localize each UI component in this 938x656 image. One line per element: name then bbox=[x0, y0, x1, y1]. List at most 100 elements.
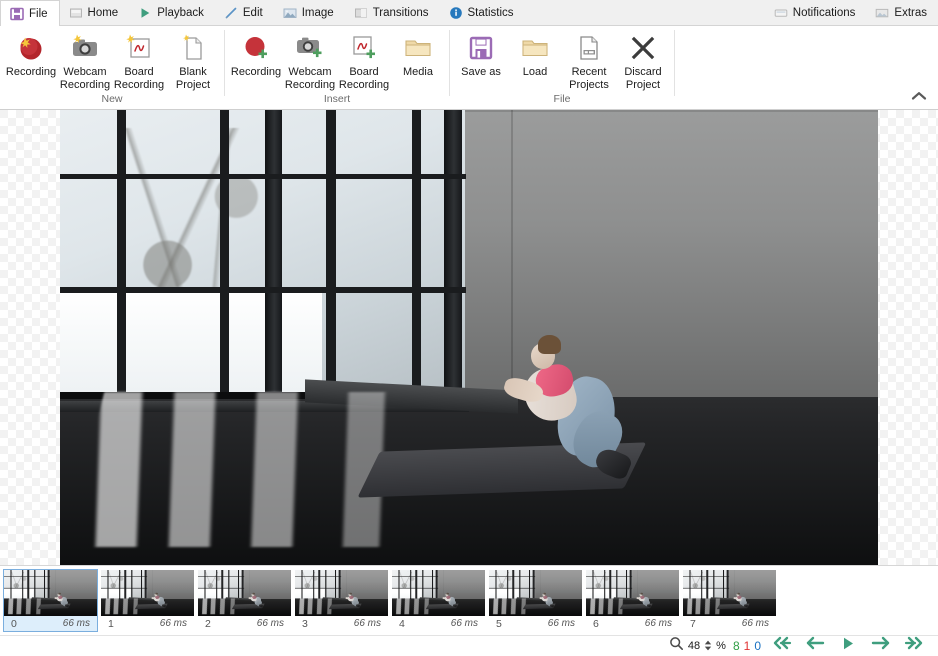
ribbon-button-new-webcam-recording[interactable]: Webcam Recording bbox=[58, 26, 112, 92]
tab-edit-label: Edit bbox=[242, 7, 263, 19]
filmstrip-frame-meta: 7 66 ms bbox=[683, 616, 776, 631]
tab-edit[interactable]: Edit bbox=[215, 0, 274, 26]
video-preview[interactable] bbox=[60, 110, 878, 565]
tab-playback[interactable]: Playback bbox=[129, 0, 215, 26]
skip-back-icon bbox=[772, 636, 792, 655]
chevron-up-icon[interactable] bbox=[906, 86, 932, 106]
next-frame-button[interactable] bbox=[864, 636, 897, 655]
filmstrip-frame-thumbnail bbox=[586, 570, 679, 616]
filmstrip-frame-thumbnail bbox=[4, 570, 97, 616]
filmstrip-frame-meta: 2 66 ms bbox=[198, 616, 291, 631]
play-triangle-icon bbox=[840, 636, 856, 656]
tab-file[interactable]: File bbox=[0, 0, 60, 27]
filmstrip-frame[interactable]: 2 66 ms bbox=[197, 569, 292, 632]
pencil-icon bbox=[224, 6, 238, 20]
magnifier-icon bbox=[669, 636, 684, 656]
zoom-control[interactable]: 48 % bbox=[669, 636, 733, 656]
filmstrip-frame-meta: 6 66 ms bbox=[586, 616, 679, 631]
previous-frame-button[interactable] bbox=[798, 636, 831, 655]
ribbon-button-label: Webcam Recording bbox=[284, 66, 336, 91]
ribbon-button-label: Save as bbox=[461, 66, 501, 78]
ribbon-group-separator bbox=[674, 30, 675, 96]
ribbon-group-title-file: File bbox=[553, 93, 571, 105]
tab-home[interactable]: Home bbox=[60, 0, 130, 26]
filmstrip[interactable]: 0 66 ms 1 66 ms 2 66 ms 3 66 ms 4 66 ms … bbox=[0, 565, 938, 635]
record-dot-plus-icon bbox=[241, 31, 271, 65]
tab-home-label: Home bbox=[87, 7, 119, 19]
skip-forward-icon bbox=[904, 636, 924, 655]
filmstrip-frame[interactable]: 6 66 ms bbox=[585, 569, 680, 632]
count-green: 8 bbox=[732, 638, 740, 653]
ribbon-button-recent-projects[interactable]: Recent Projects bbox=[562, 26, 616, 92]
ribbon-button-new-blank-project[interactable]: Blank Project bbox=[166, 26, 220, 92]
ribbon-group-title-new: New bbox=[101, 93, 123, 105]
ribbon-group-title-insert: Insert bbox=[323, 93, 351, 105]
canvas-area[interactable] bbox=[0, 110, 938, 565]
recent-doc-icon bbox=[574, 31, 604, 65]
ribbon-button-discard-project[interactable]: Discard Project bbox=[616, 26, 670, 92]
ribbon-button-label: Recent Projects bbox=[569, 66, 609, 91]
filmstrip-frame[interactable]: 5 66 ms bbox=[488, 569, 583, 632]
filmstrip-frame-meta: 1 66 ms bbox=[101, 616, 194, 631]
webcam-icon bbox=[69, 31, 101, 65]
arrow-left-icon bbox=[804, 636, 826, 655]
ribbon-button-new-recording[interactable]: Recording bbox=[4, 26, 58, 88]
ribbon-button-insert-recording[interactable]: Recording bbox=[229, 26, 283, 88]
ribbon-button-label: Load bbox=[522, 66, 548, 78]
folder-icon bbox=[519, 31, 551, 65]
save-icon bbox=[10, 7, 24, 21]
ribbon-group-new: Recording Webcam Recording Board Recordi… bbox=[0, 26, 224, 110]
tab-statistics[interactable]: Statistics bbox=[440, 0, 525, 26]
info-icon bbox=[449, 6, 463, 20]
tab-transitions[interactable]: Transitions bbox=[345, 0, 440, 26]
play-button[interactable] bbox=[831, 637, 864, 655]
arrow-right-icon bbox=[870, 636, 892, 655]
count-red: 1 bbox=[743, 638, 751, 653]
ribbon-button-label: Webcam Recording bbox=[59, 66, 111, 91]
tab-extras[interactable]: Extras bbox=[866, 0, 938, 26]
filmstrip-frame-index: 6 bbox=[593, 617, 599, 630]
filmstrip-frame-duration: 66 ms bbox=[353, 618, 381, 629]
filmstrip-frame[interactable]: 0 66 ms bbox=[3, 569, 98, 632]
ribbon-button-save-as[interactable]: Save as bbox=[454, 26, 508, 88]
filmstrip-frame-duration: 66 ms bbox=[62, 618, 90, 629]
first-frame-button[interactable] bbox=[765, 636, 798, 655]
filmstrip-frame-duration: 66 ms bbox=[450, 618, 478, 629]
ribbon-button-label: Board Recording bbox=[113, 66, 165, 91]
ribbon-button-insert-board-recording[interactable]: Board Recording bbox=[337, 26, 391, 92]
filmstrip-frame[interactable]: 4 66 ms bbox=[391, 569, 486, 632]
filmstrip-frame-index: 3 bbox=[302, 617, 308, 630]
filmstrip-frame-thumbnail bbox=[295, 570, 388, 616]
zoom-stepper[interactable] bbox=[704, 640, 712, 651]
tab-image[interactable]: Image bbox=[274, 0, 345, 26]
filmstrip-frame-meta: 3 66 ms bbox=[295, 616, 388, 631]
ribbon-button-label: Discard Project bbox=[624, 66, 662, 91]
board-plus-icon bbox=[349, 31, 379, 65]
filmstrip-frame-thumbnail bbox=[489, 570, 582, 616]
zoom-value[interactable]: 48 bbox=[688, 640, 700, 652]
ribbon-group-insert: Recording Webcam Recording Board Recordi… bbox=[225, 26, 449, 110]
ribbon: Recording Webcam Recording Board Recordi… bbox=[0, 26, 938, 110]
filmstrip-frame-index: 7 bbox=[690, 617, 696, 630]
filmstrip-frame[interactable]: 7 66 ms bbox=[682, 569, 777, 632]
last-frame-button[interactable] bbox=[897, 636, 930, 655]
x-icon bbox=[628, 31, 658, 65]
ribbon-group-file: Save as Load Recent Projects Discard Pro… bbox=[450, 26, 674, 110]
ribbon-button-new-board-recording[interactable]: Board Recording bbox=[112, 26, 166, 92]
tab-transitions-label: Transitions bbox=[372, 7, 429, 19]
blank-page-icon bbox=[178, 31, 208, 65]
filmstrip-frame[interactable]: 1 66 ms bbox=[100, 569, 195, 632]
tab-notifications[interactable]: Notifications bbox=[765, 0, 867, 26]
play-icon bbox=[138, 6, 152, 20]
filmstrip-frame-duration: 66 ms bbox=[644, 618, 672, 629]
ribbon-button-load[interactable]: Load bbox=[508, 26, 562, 88]
filmstrip-frame[interactable]: 3 66 ms bbox=[294, 569, 389, 632]
filmstrip-frame-meta: 5 66 ms bbox=[489, 616, 582, 631]
folder-icon bbox=[402, 31, 434, 65]
ribbon-button-insert-webcam-recording[interactable]: Webcam Recording bbox=[283, 26, 337, 92]
home-icon bbox=[69, 6, 83, 20]
filmstrip-frame-index: 1 bbox=[108, 617, 114, 630]
status-bar: 48 % 8 1 0 bbox=[0, 635, 938, 655]
ribbon-button-label: Recording bbox=[230, 66, 282, 78]
ribbon-button-insert-media[interactable]: Media bbox=[391, 26, 445, 88]
